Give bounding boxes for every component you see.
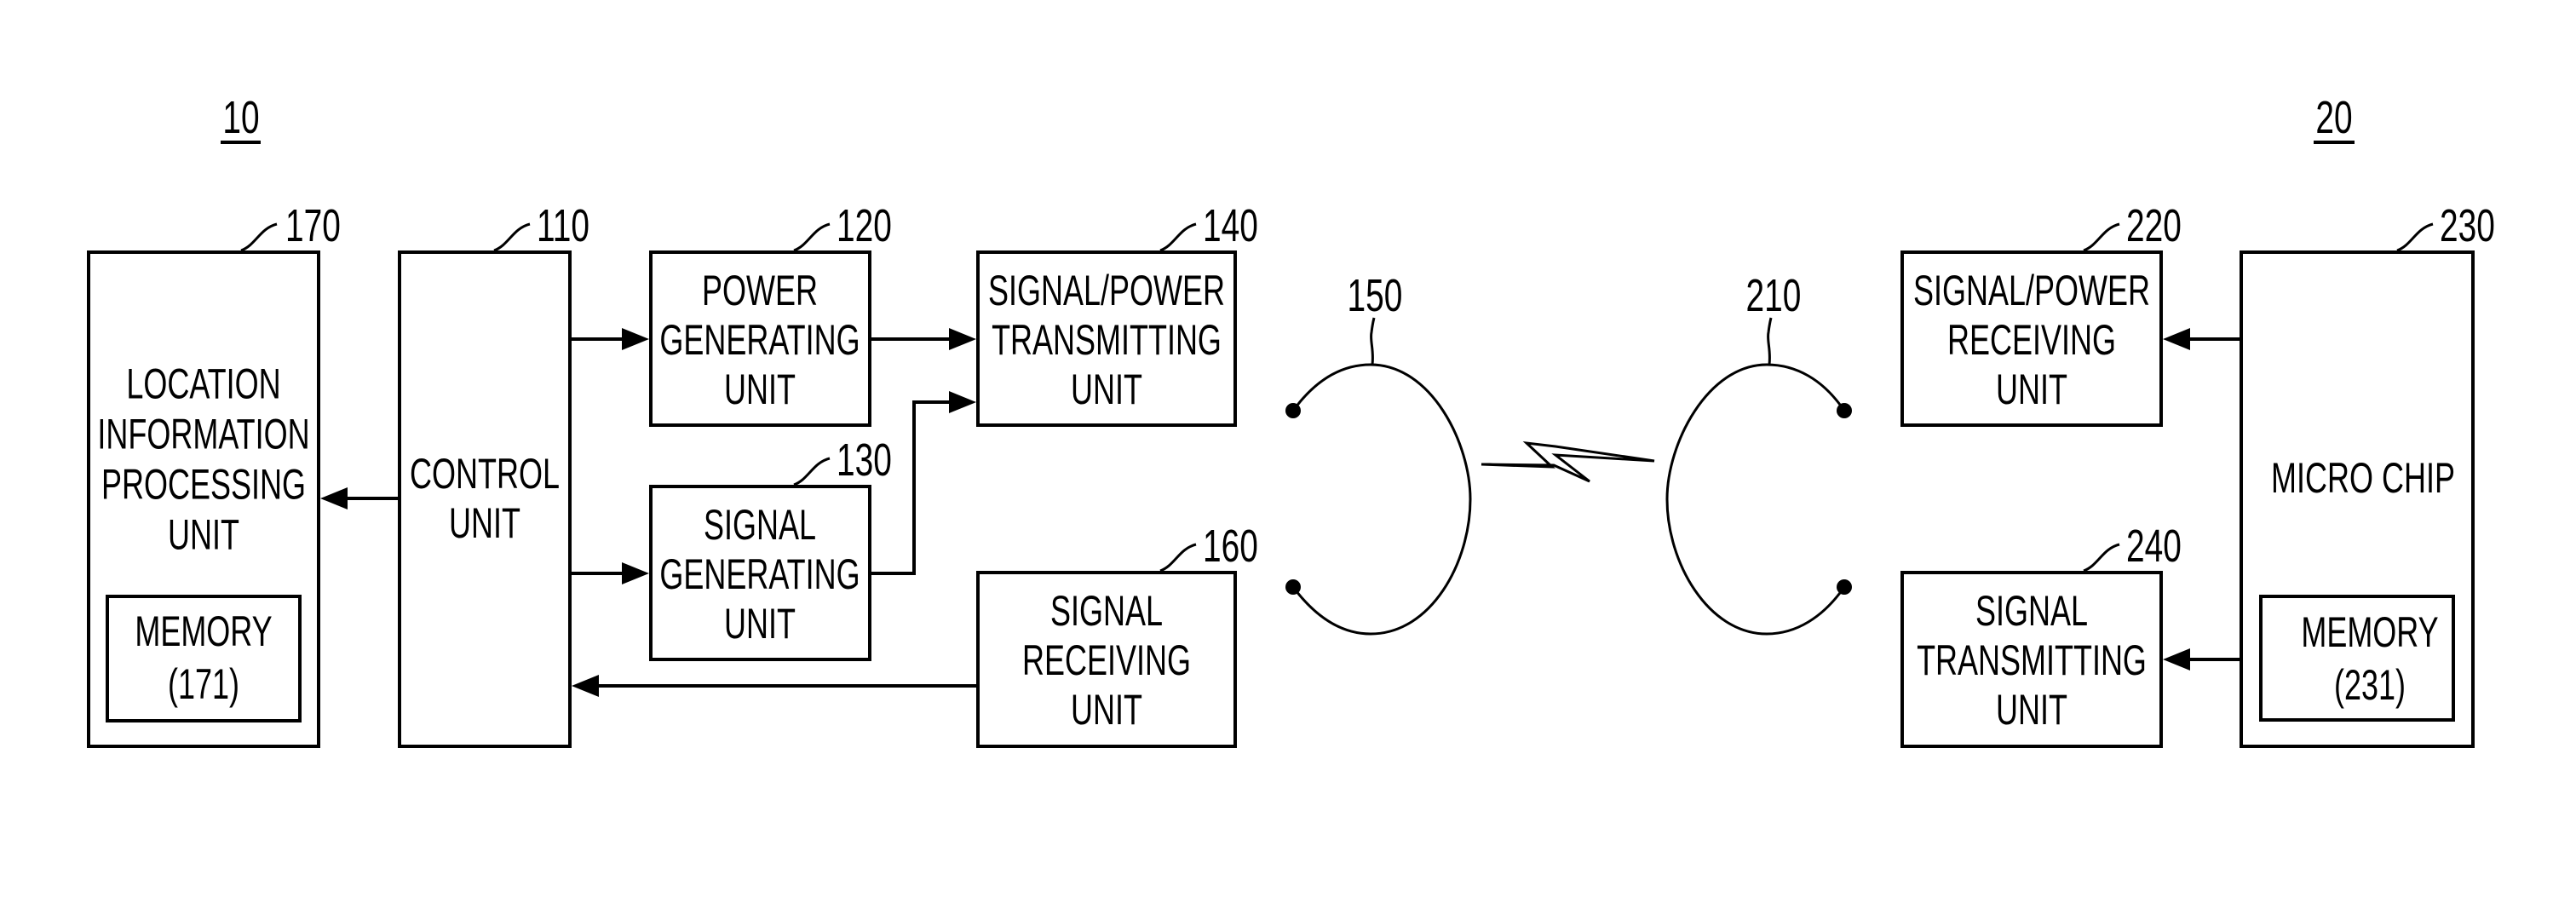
label-line: CONTROL bbox=[410, 451, 560, 498]
label-line: UNIT bbox=[724, 601, 796, 648]
label-line: POWER bbox=[702, 268, 818, 314]
label-line: MICRO CHIP bbox=[2271, 455, 2455, 502]
block-diagram: 10 20 LOCATIONINFORMATIONPROCESSINGUNIT … bbox=[87, 91, 2495, 748]
label-line: SIGNAL bbox=[1050, 588, 1163, 635]
leader-160 bbox=[1159, 543, 1197, 573]
device-10-ref: 10 bbox=[222, 91, 259, 143]
leader-230 bbox=[2396, 222, 2434, 252]
arrowhead-right bbox=[949, 328, 976, 350]
ref-160: 160 bbox=[1203, 520, 1258, 572]
label-line: TRANSMITTING bbox=[992, 317, 1222, 364]
leader-130 bbox=[793, 457, 831, 486]
coil-210-terminal-bottom bbox=[1837, 579, 1852, 595]
ref-130: 130 bbox=[837, 434, 892, 486]
connection-control-to-signal-generating bbox=[570, 562, 649, 584]
arrowhead-right bbox=[949, 391, 976, 413]
signal-receiving-unit: SIGNALRECEIVINGUNIT 160 bbox=[976, 520, 1258, 748]
leader-240 bbox=[2083, 543, 2120, 573]
connection-power-generating-to-transmitting bbox=[870, 328, 976, 350]
signal-power-transmitting-unit: SIGNAL/POWERTRANSMITTINGUNIT 140 bbox=[976, 199, 1258, 427]
coil-150-terminal-bottom bbox=[1285, 579, 1301, 595]
label-line: INFORMATION bbox=[97, 412, 309, 458]
label-line: UNIT bbox=[1996, 366, 2067, 413]
label-line: PROCESSING bbox=[101, 462, 306, 509]
label-line: LOCATION bbox=[126, 361, 280, 408]
label-line: GENERATING bbox=[659, 551, 860, 598]
label-line: (171) bbox=[168, 661, 239, 708]
control-unit: CONTROLUNIT 110 bbox=[398, 199, 589, 748]
coil-210: 210 bbox=[1665, 269, 1852, 636]
signal-transmitting-unit: SIGNALTRANSMITTINGUNIT 240 bbox=[1900, 520, 2182, 748]
label-line: UNIT bbox=[449, 500, 520, 547]
arrowhead-left bbox=[572, 675, 599, 697]
label-line: (231) bbox=[2334, 662, 2406, 709]
label-line: MEMORY bbox=[135, 608, 272, 655]
label-line: RECEIVING bbox=[1947, 317, 2116, 364]
ref-210: 210 bbox=[1746, 269, 1802, 321]
leader-210 bbox=[1767, 317, 1773, 366]
signal-power-receiving-unit: SIGNAL/POWERRECEIVINGUNIT 220 bbox=[1900, 199, 2182, 427]
coil-210-loop bbox=[1665, 363, 1846, 636]
location-information-processing-unit: LOCATIONINFORMATIONPROCESSINGUNIT MEMORY… bbox=[87, 199, 341, 748]
label-line: MEMORY bbox=[2301, 609, 2438, 656]
arrowhead-left bbox=[320, 487, 348, 509]
label-line: UNIT bbox=[1996, 687, 2067, 734]
ref-240: 240 bbox=[2126, 520, 2182, 572]
leader-170 bbox=[240, 222, 278, 252]
leader-150 bbox=[1370, 317, 1376, 366]
connection-microchip-to-transmitting bbox=[2163, 648, 2241, 671]
label-line: SIGNAL bbox=[704, 502, 816, 549]
label-line: SIGNAL/POWER bbox=[1913, 268, 2150, 314]
device-20-title: 20 bbox=[2314, 91, 2355, 144]
control-unit-box bbox=[398, 250, 572, 748]
ref-170: 170 bbox=[285, 199, 341, 251]
device-20-ref: 20 bbox=[2315, 91, 2352, 143]
power-generating-unit: POWERGENERATINGUNIT 120 bbox=[649, 199, 892, 427]
label-line: SIGNAL/POWER bbox=[988, 268, 1225, 314]
connection-microchip-to-receiving bbox=[2163, 328, 2241, 350]
label-line: UNIT bbox=[1071, 366, 1142, 413]
ref-230: 230 bbox=[2440, 199, 2495, 251]
connection-receiving-to-control bbox=[572, 675, 978, 697]
ref-220: 220 bbox=[2126, 199, 2182, 251]
label-line: UNIT bbox=[168, 512, 239, 559]
leader-120 bbox=[793, 222, 831, 252]
leader-220 bbox=[2083, 222, 2120, 252]
ref-110: 110 bbox=[537, 199, 589, 251]
connection-control-to-location bbox=[320, 487, 400, 509]
connection-control-to-power-generating bbox=[570, 328, 649, 350]
wireless-link-icon bbox=[1481, 440, 1655, 483]
coil-150-loop bbox=[1291, 363, 1472, 636]
arrowhead-left bbox=[2163, 648, 2190, 671]
ref-120: 120 bbox=[837, 199, 892, 251]
ref-150: 150 bbox=[1348, 269, 1403, 321]
micro-chip: MICRO CHIP MEMORY (231) 230 bbox=[2240, 199, 2495, 748]
leader-110 bbox=[493, 222, 531, 252]
label-line: UNIT bbox=[724, 366, 796, 413]
label-line: GENERATING bbox=[659, 317, 860, 364]
arrowhead-right bbox=[622, 562, 649, 584]
device-10-title: 10 bbox=[221, 91, 261, 144]
leader-140 bbox=[1159, 222, 1197, 252]
signal-generating-unit: SIGNALGENERATINGUNIT 130 bbox=[649, 434, 892, 661]
micro-chip-label: MICRO CHIP bbox=[2271, 455, 2455, 502]
label-line: RECEIVING bbox=[1022, 637, 1191, 684]
label-line: TRANSMITTING bbox=[1917, 637, 2147, 684]
arrowhead-right bbox=[622, 328, 649, 350]
label-line: SIGNAL bbox=[1975, 588, 2088, 635]
coil-150-terminal-top bbox=[1285, 403, 1301, 418]
label-line: UNIT bbox=[1071, 687, 1142, 734]
ref-140: 140 bbox=[1203, 199, 1258, 251]
coil-150: 150 bbox=[1285, 269, 1472, 636]
coil-210-terminal-top bbox=[1837, 403, 1852, 418]
arrowhead-left bbox=[2163, 328, 2190, 350]
